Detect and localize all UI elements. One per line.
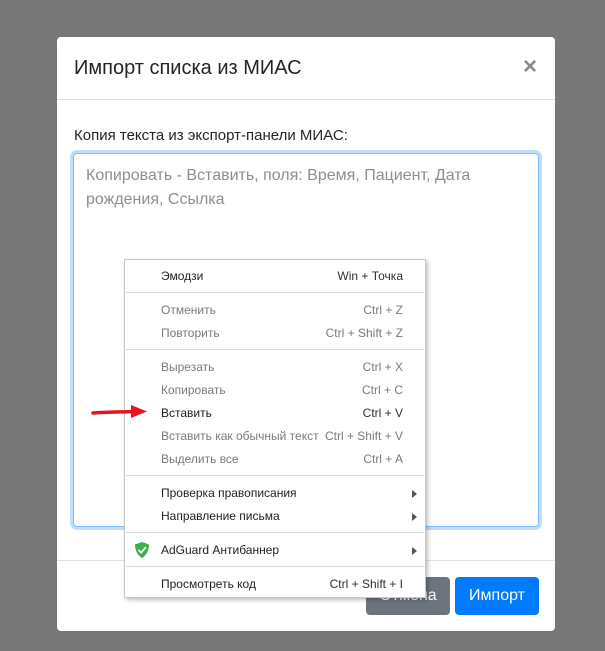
menu-divider bbox=[126, 349, 424, 350]
menu-item-select-all[interactable]: Выделить все Ctrl + A bbox=[125, 448, 425, 470]
menu-item-paste[interactable]: Вставить Ctrl + V bbox=[125, 402, 425, 424]
menu-item-label: AdGuard Антибаннер bbox=[161, 543, 280, 557]
submenu-arrow-icon bbox=[412, 547, 417, 555]
menu-item-label: Вырезать bbox=[161, 360, 215, 374]
menu-item-paste-plain[interactable]: Вставить как обычный текст Ctrl + Shift … bbox=[125, 425, 425, 447]
menu-item-writing-direction[interactable]: Направление письма bbox=[125, 505, 425, 527]
menu-divider bbox=[126, 566, 424, 567]
menu-item-label: Повторить bbox=[161, 326, 220, 340]
menu-item-cut[interactable]: Вырезать Ctrl + X bbox=[125, 356, 425, 378]
menu-item-label: Проверка правописания bbox=[161, 486, 297, 500]
menu-item-label: Вставить bbox=[161, 406, 212, 420]
menu-item-label: Вставить как обычный текст bbox=[161, 429, 319, 443]
menu-item-label: Направление письма bbox=[161, 509, 280, 523]
menu-item-adguard[interactable]: AdGuard Антибаннер bbox=[125, 539, 425, 561]
menu-item-shortcut: Ctrl + Z bbox=[363, 303, 403, 317]
menu-item-copy[interactable]: Копировать Ctrl + C bbox=[125, 379, 425, 401]
menu-item-shortcut: Ctrl + C bbox=[361, 383, 403, 397]
submenu-arrow-icon bbox=[412, 490, 417, 498]
adguard-shield-icon bbox=[135, 542, 149, 558]
import-button[interactable]: Импорт bbox=[455, 577, 539, 615]
menu-divider bbox=[126, 532, 424, 533]
menu-item-label: Копировать bbox=[161, 383, 226, 397]
menu-item-spellcheck[interactable]: Проверка правописания bbox=[125, 482, 425, 504]
submenu-arrow-icon bbox=[412, 513, 417, 521]
menu-divider bbox=[126, 292, 424, 293]
menu-item-redo[interactable]: Повторить Ctrl + Shift + Z bbox=[125, 322, 425, 344]
menu-item-shortcut: Ctrl + Shift + Z bbox=[325, 326, 403, 340]
menu-divider bbox=[126, 475, 424, 476]
modal-title: Импорт списка из МИАС bbox=[74, 57, 302, 79]
menu-item-shortcut: Ctrl + Shift + V bbox=[324, 429, 403, 443]
textarea-label: Копия текста из экспорт-панели МИАС: bbox=[74, 127, 348, 144]
menu-item-shortcut: Win + Точка bbox=[337, 269, 403, 283]
menu-item-shortcut: Ctrl + V bbox=[362, 406, 403, 420]
menu-item-emoji[interactable]: Эмодзи Win + Точка bbox=[125, 265, 425, 287]
red-arrow-icon bbox=[91, 405, 147, 418]
menu-item-label: Выделить все bbox=[161, 452, 239, 466]
modal-header: Импорт списка из МИАС × bbox=[57, 37, 555, 100]
menu-item-label: Эмодзи bbox=[161, 269, 204, 283]
menu-item-shortcut: Ctrl + Shift + I bbox=[329, 577, 403, 591]
menu-item-shortcut: Ctrl + X bbox=[362, 360, 403, 374]
menu-item-label: Просмотреть код bbox=[161, 577, 256, 591]
menu-item-shortcut: Ctrl + A bbox=[363, 452, 403, 466]
menu-item-undo[interactable]: Отменить Ctrl + Z bbox=[125, 299, 425, 321]
menu-item-label: Отменить bbox=[161, 303, 216, 317]
close-icon[interactable]: × bbox=[523, 55, 537, 79]
context-menu: Эмодзи Win + Точка Отменить Ctrl + Z Пов… bbox=[124, 259, 426, 598]
menu-item-inspect[interactable]: Просмотреть код Ctrl + Shift + I bbox=[125, 573, 425, 595]
